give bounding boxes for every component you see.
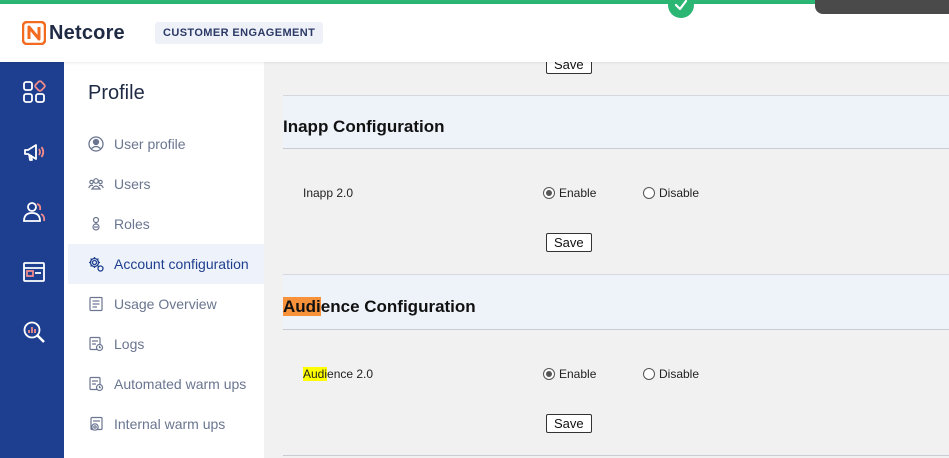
dashboard-icon[interactable] xyxy=(20,78,48,106)
audience-section-title: Audience Configuration xyxy=(283,297,476,317)
sidenav-title: Profile xyxy=(88,82,145,104)
inapp-save-button[interactable]: Save xyxy=(546,233,592,252)
sidebar-item-label: User profile xyxy=(114,136,186,152)
web-window-icon[interactable] xyxy=(20,258,48,286)
radio-selected-icon xyxy=(543,368,555,380)
sidebar-item-label: Usage Overview xyxy=(114,296,217,312)
sidebar-item-users[interactable]: Users xyxy=(68,164,264,204)
sidebar-item-usage-overview[interactable]: Usage Overview xyxy=(68,284,264,324)
report-icon xyxy=(88,296,104,312)
sidebar-item-logs[interactable]: Logs xyxy=(68,324,264,364)
sidebar-item-label: Internal warm ups xyxy=(114,416,226,432)
inapp-disable-radio[interactable]: Disable xyxy=(643,186,699,200)
audience-disable-label: Disable xyxy=(659,367,700,381)
analytics-icon[interactable] xyxy=(20,318,48,346)
inapp-row-label: Inapp 2.0 xyxy=(303,186,354,200)
profile-sidenav: Profile User profile Users Roles Account… xyxy=(64,62,264,458)
inapp-enable-label: Enable xyxy=(559,186,597,200)
sidebar-item-automated-warm-ups[interactable]: Automated warm ups xyxy=(68,364,264,404)
sidebar-item-user-profile[interactable]: User profile xyxy=(68,124,264,164)
sidebar-item-roles[interactable]: Roles xyxy=(68,204,264,244)
inapp-disable-label: Disable xyxy=(659,186,700,200)
radio-unselected-icon xyxy=(643,368,655,380)
audience-row-label: Audience 2.0 xyxy=(303,367,373,381)
audience-enable-radio[interactable]: Enable xyxy=(543,367,596,381)
audience-title-rest: ence Configuration xyxy=(320,297,476,316)
sidebar-item-label: Users xyxy=(114,176,151,192)
sidebar-item-internal-warm-ups[interactable]: Internal warm ups xyxy=(68,404,264,444)
audience-section-header: Audience Configuration xyxy=(283,274,949,330)
sidebar-item-label: Logs xyxy=(114,336,145,352)
inapp-section-header: Inapp Configuration xyxy=(283,95,949,149)
radio-selected-icon xyxy=(543,187,555,199)
radio-unselected-icon xyxy=(643,187,655,199)
sidebar-item-label: Roles xyxy=(114,216,150,232)
brand-name: Netcore xyxy=(49,21,125,44)
gear-icon xyxy=(88,256,104,272)
netcore-logo[interactable]: Netcore xyxy=(21,20,125,46)
audience-enable-label: Enable xyxy=(559,367,597,381)
product-badge[interactable]: CUSTOMER ENGAGEMENT xyxy=(155,22,324,44)
logs-icon xyxy=(88,336,104,352)
overlay-tab xyxy=(815,0,949,14)
sidebar-item-label: Automated warm ups xyxy=(114,376,247,392)
audience-row-label-rest: ence 2.0 xyxy=(327,367,374,381)
sidebar-item-account-configuration[interactable]: Account configuration xyxy=(68,244,264,284)
sidebar-item-label: Account configuration xyxy=(114,256,249,272)
internal-warmup-icon xyxy=(88,416,104,432)
users-icon xyxy=(88,176,104,192)
search-highlight-current: Audi xyxy=(283,297,321,316)
inapp-enable-radio[interactable]: Enable xyxy=(543,186,596,200)
primary-nav-rail xyxy=(0,62,64,458)
audience-disable-radio[interactable]: Disable xyxy=(643,367,699,381)
warmup-icon xyxy=(88,376,104,392)
megaphone-icon[interactable] xyxy=(20,138,48,166)
netcore-logo-icon xyxy=(21,20,47,46)
section-divider xyxy=(283,455,949,456)
inapp-section-title: Inapp Configuration xyxy=(283,117,445,136)
account-configuration-panel: Save Inapp Configuration Inapp 2.0 Enabl… xyxy=(283,62,949,458)
audience-save-button[interactable]: Save xyxy=(546,414,592,433)
search-highlight-match: Audi xyxy=(303,367,328,381)
save-button-previous[interactable]: Save xyxy=(546,62,592,74)
roles-icon xyxy=(88,216,104,232)
audience-icon[interactable] xyxy=(20,198,48,226)
user-circle-icon xyxy=(88,136,104,152)
app-header: Netcore CUSTOMER ENGAGEMENT xyxy=(0,4,949,62)
